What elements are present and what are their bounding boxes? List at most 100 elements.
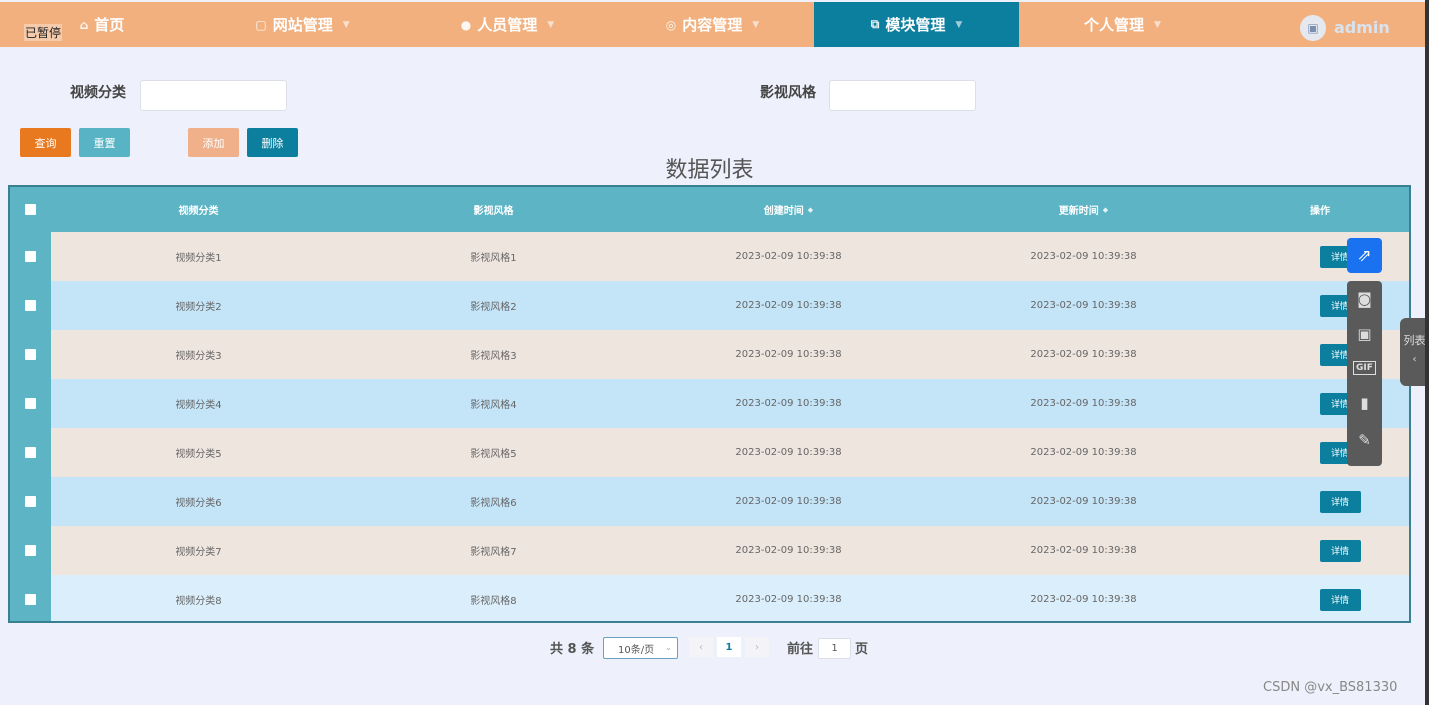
- share-icon[interactable]: ⇗: [1347, 238, 1382, 273]
- user-icon: ●: [460, 17, 472, 32]
- chevron-down-icon: ▼: [955, 19, 963, 30]
- cell-created: 2023-02-09 10:39:38: [735, 300, 842, 311]
- copy-icon: ⧉: [870, 17, 880, 31]
- cart-icon: ▢: [255, 17, 267, 32]
- goto-suffix: 页: [855, 642, 869, 657]
- cell-style: 影视风格2: [470, 302, 517, 313]
- clock-icon: ◎: [665, 17, 677, 32]
- cell-category: 视频分类3: [175, 351, 222, 362]
- table-row: 视频分类2 影视风格2 2023-02-09 10:39:38 2023-02-…: [10, 281, 1409, 330]
- nav-item-label: 模块管理: [885, 16, 946, 34]
- category-input[interactable]: [140, 80, 287, 111]
- table-row: 视频分类6 影视风格6 2023-02-09 10:39:38 2023-02-…: [10, 477, 1409, 526]
- nav-item-label: 网站管理: [272, 16, 333, 34]
- detail-button[interactable]: 详情: [1319, 539, 1361, 562]
- row-checkbox[interactable]: [25, 251, 36, 262]
- avatar[interactable]: ▣: [1300, 15, 1326, 41]
- row-checkbox-cell: [10, 232, 51, 281]
- cell-style: 影视风格4: [470, 400, 517, 411]
- row-checkbox[interactable]: [25, 594, 36, 605]
- next-page-button[interactable]: ›: [745, 637, 769, 657]
- home-icon: ⌂: [79, 17, 89, 32]
- cell-created: 2023-02-09 10:39:38: [735, 447, 842, 458]
- chevron-down-icon: ▼: [752, 19, 760, 30]
- cell-style: 影视风格6: [470, 498, 517, 509]
- data-table: 视频分类 影视风格 创建时间 ◆ 更新时间 ◆ 操作 视频分类1 影视风格1 202…: [8, 185, 1411, 623]
- table-row: 视频分类3 影视风格3 2023-02-09 10:39:38 2023-02-…: [10, 330, 1409, 379]
- nav-item-personal-management[interactable]: 个人管理 ▼: [1025, 2, 1220, 47]
- table-header: 视频分类 影视风格 创建时间 ◆ 更新时间 ◆ 操作: [10, 187, 1409, 232]
- cell-actions: 详情: [1231, 330, 1409, 379]
- table-row: 视频分类5 影视风格5 2023-02-09 10:39:38 2023-02-…: [10, 428, 1409, 477]
- detail-button[interactable]: 详情: [1319, 490, 1361, 513]
- cell-created: 2023-02-09 10:39:38: [735, 594, 842, 605]
- header-label: 影视风格: [473, 206, 514, 217]
- table-row: 视频分类4 影视风格4 2023-02-09 10:39:38 2023-02-…: [10, 379, 1409, 428]
- nav-item-label: 个人管理: [1084, 16, 1145, 34]
- cell-actions: 详情: [1231, 428, 1409, 477]
- select-all-checkbox[interactable]: [25, 204, 36, 215]
- cell-style: 影视风格5: [470, 449, 517, 460]
- nav-item-site-management[interactable]: ▢ 网站管理 ▼: [205, 2, 400, 47]
- page-size-select[interactable]: 10条/页 ⌄: [603, 637, 678, 659]
- cell-actions: 详情: [1231, 232, 1409, 281]
- header-style[interactable]: 影视风格: [346, 187, 641, 232]
- row-checkbox[interactable]: [25, 300, 36, 311]
- table-row: 视频分类8 影视风格8 2023-02-09 10:39:38 2023-02-…: [10, 575, 1409, 621]
- gallery-icon[interactable]: ▣: [1347, 319, 1382, 349]
- page-size-value: 10条/页: [618, 644, 655, 656]
- nav-item-label: 首页: [94, 16, 125, 34]
- cell-style: 影视风格3: [470, 351, 517, 362]
- cell-updated: 2023-02-09 10:39:38: [1030, 447, 1137, 458]
- sort-icon[interactable]: ◆: [1103, 206, 1108, 214]
- header-category[interactable]: 视频分类: [51, 187, 346, 232]
- nav-item-content-management[interactable]: ◎ 内容管理 ▼: [615, 2, 810, 47]
- cell-created: 2023-02-09 10:39:38: [735, 398, 842, 409]
- cell-category: 视频分类4: [175, 400, 222, 411]
- select-all-checkbox-cell: [10, 187, 51, 232]
- username[interactable]: admin: [1334, 15, 1390, 41]
- nav-item-label: 内容管理: [682, 16, 743, 34]
- row-checkbox[interactable]: [25, 447, 36, 458]
- nav-item-module-management[interactable]: ⧉ 模块管理 ▼: [814, 2, 1019, 47]
- cell-style: 影视风格7: [470, 547, 517, 558]
- pen-icon[interactable]: ✎: [1347, 425, 1382, 455]
- header-updated[interactable]: 更新时间 ◆: [936, 187, 1231, 232]
- row-checkbox-cell: [10, 330, 51, 379]
- cell-category: 视频分类2: [175, 302, 222, 313]
- row-checkbox[interactable]: [25, 496, 36, 507]
- cell-actions: 详情: [1231, 477, 1409, 526]
- table-row: 视频分类7 影视风格7 2023-02-09 10:39:38 2023-02-…: [10, 526, 1409, 575]
- top-nav: ⌂ 首页 ▢ 网站管理 ▼ ● 人员管理 ▼ ◎ 内容管理 ▼ ⧉ 模块管理 ▼…: [0, 2, 1429, 47]
- header-label: 创建时间: [763, 206, 804, 217]
- cell-updated: 2023-02-09 10:39:38: [1030, 496, 1137, 507]
- camera-icon[interactable]: ◙: [1347, 284, 1382, 314]
- goto-page-input[interactable]: 1: [818, 638, 851, 659]
- side-tab-label: 列表: [1403, 334, 1426, 347]
- prev-page-button[interactable]: ‹: [689, 637, 713, 657]
- cell-updated: 2023-02-09 10:39:38: [1030, 398, 1137, 409]
- cell-created: 2023-02-09 10:39:38: [735, 545, 842, 556]
- style-input[interactable]: [829, 80, 976, 111]
- cell-actions: 详情: [1231, 575, 1409, 621]
- cell-updated: 2023-02-09 10:39:38: [1030, 545, 1137, 556]
- nav-item-home[interactable]: ⌂ 首页: [62, 2, 142, 47]
- nav-item-staff-management[interactable]: ● 人员管理 ▼: [410, 2, 605, 47]
- detail-button[interactable]: 详情: [1319, 588, 1361, 611]
- style-label: 影视风格: [760, 85, 816, 101]
- cell-style: 影视风格1: [470, 253, 517, 264]
- video-camera-icon[interactable]: ▮: [1347, 388, 1382, 418]
- header-created[interactable]: 创建时间 ◆: [641, 187, 936, 232]
- sort-icon[interactable]: ◆: [808, 206, 813, 214]
- row-checkbox[interactable]: [25, 398, 36, 409]
- gif-icon[interactable]: GIF: [1347, 353, 1382, 383]
- cell-actions: 详情: [1231, 379, 1409, 428]
- header-label: 视频分类: [178, 206, 219, 217]
- header-label: 操作: [1310, 206, 1330, 217]
- row-checkbox[interactable]: [25, 349, 36, 360]
- capture-toolbar: ◙ ▣ GIF ▮ ✎: [1347, 281, 1382, 466]
- row-checkbox[interactable]: [25, 545, 36, 556]
- cell-actions: 详情: [1231, 281, 1409, 330]
- nav-item-label: 人员管理: [477, 16, 538, 34]
- page-number[interactable]: 1: [717, 637, 741, 657]
